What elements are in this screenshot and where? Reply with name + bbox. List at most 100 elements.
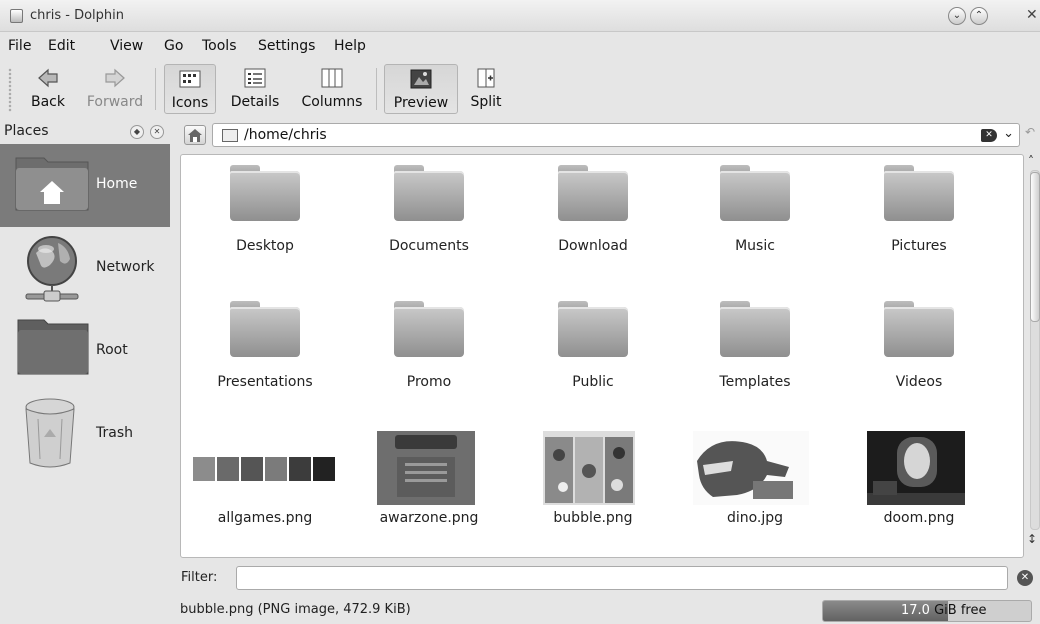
dolphin-app-icon[interactable] [10,9,23,23]
close-icon: ✕ [1026,7,1038,23]
file-item[interactable]: Documents [347,157,511,287]
float-panel-icon[interactable]: ◆ [130,125,144,139]
folder-icon [222,129,238,142]
menu-help[interactable]: Help [334,38,366,54]
file-item[interactable]: Promo [347,293,511,423]
main-toolbar: Back Forward Icons Details Columns Previ… [0,60,1040,118]
menu-settings[interactable]: Settings [258,38,315,54]
title-bar: chris - Dolphin ⌄ ⌃ ✕ [0,0,1040,32]
menu-view[interactable]: View [110,38,143,54]
close-panel-icon[interactable]: ✕ [150,125,164,139]
file-name: Desktop [236,238,294,254]
file-name: awarzone.png [379,510,479,526]
folder-icon [394,165,464,221]
free-space-label: 17.0 GiB free [901,603,986,618]
file-item[interactable]: bubble.png [511,429,675,559]
home-icon [188,129,202,142]
folder-icon [720,301,790,357]
menu-tools[interactable]: Tools [202,38,237,54]
menu-edit[interactable]: Edit [48,38,75,54]
window-title: chris - Dolphin [30,8,124,23]
forward-button[interactable]: Forward [82,64,148,114]
places-item-label: Home [96,176,138,192]
clear-filter-icon[interactable]: ✕ [1017,570,1033,586]
file-item[interactable]: doom.png [837,429,1001,559]
folder-icon [558,165,628,221]
places-item-home[interactable]: Home [0,144,170,227]
icon-grid-icon [179,70,201,88]
details-label: Details [230,94,280,110]
file-name: Music [735,238,775,254]
file-item[interactable]: Presentations [183,293,347,423]
file-item[interactable]: Pictures [837,157,1001,287]
file-view[interactable]: Desktop Documents Download Music Picture… [180,154,1024,558]
file-name: Pictures [891,238,947,254]
arrow-left-icon [38,68,58,88]
chevron-up-icon: ⌃ [974,10,984,21]
file-item[interactable]: Public [511,293,675,423]
places-item-label: Root [96,342,128,358]
filter-input[interactable] [236,566,1008,590]
file-name: Presentations [217,374,313,390]
file-item[interactable]: dino.jpg [673,429,837,559]
file-name: Documents [389,238,469,254]
allgames-thumbnail [191,453,337,483]
places-title: Places [4,123,49,139]
file-item[interactable]: Templates [673,293,837,423]
location-bar[interactable]: /home/chris ✕ ⌄ [212,123,1020,147]
folder-icon [884,165,954,221]
scroll-updown-icon[interactable]: ↕ [1027,532,1037,546]
close-button[interactable]: ✕ [1026,7,1040,25]
file-name: Download [558,238,628,254]
scroll-up-icon[interactable]: ˄ [1028,154,1034,168]
file-item[interactable]: Download [511,157,675,287]
go-home-button[interactable] [184,125,206,145]
icons-view-button[interactable]: Icons [164,64,216,114]
undo-icon[interactable]: ↶ [1025,125,1035,139]
trash-icon [25,398,75,468]
file-item[interactable]: awarzone.png [347,429,511,559]
toolbar-grip[interactable] [8,68,12,112]
maximize-button[interactable]: ⌃ [970,7,988,25]
file-item[interactable]: Videos [837,293,1001,423]
places-item-trash[interactable]: Trash [0,393,170,476]
free-space-bar: 17.0 GiB free [822,600,1032,622]
file-name: doom.png [883,510,955,526]
file-item[interactable]: Desktop [183,157,347,287]
folder-icon [720,165,790,221]
minimize-button[interactable]: ⌄ [948,7,966,25]
split-button[interactable]: Split [464,64,508,114]
clear-location-icon[interactable]: ✕ [981,129,997,142]
location-dropdown-icon[interactable]: ⌄ [1003,126,1014,141]
places-item-root[interactable]: Root [0,310,170,393]
home-folder-icon [15,157,89,211]
vertical-scrollbar[interactable]: ˄ ↕ [1027,154,1040,558]
chevron-down-icon: ⌄ [952,10,962,21]
places-panel-header: Places ◆ ✕ [0,120,172,144]
folder-icon [394,301,464,357]
toolbar-separator [376,68,377,110]
file-name: dino.jpg [726,510,784,526]
split-label: Split [470,94,502,110]
bubble-thumbnail [543,431,635,505]
network-globe-icon [25,236,79,302]
scroll-handle[interactable] [1030,172,1040,322]
file-item[interactable]: allgames.png [183,429,347,559]
menu-go[interactable]: Go [164,38,183,54]
free-space-amount: 17.0 [901,603,930,618]
file-name: Videos [895,374,943,390]
file-name: allgames.png [217,510,313,526]
file-item[interactable]: Music [673,157,837,287]
back-button[interactable]: Back [22,64,74,114]
columns-view-button[interactable]: Columns [296,64,368,114]
menu-file[interactable]: File [8,38,31,54]
preview-label: Preview [393,95,449,111]
details-view-button[interactable]: Details [224,64,286,114]
detail-list-icon [244,68,266,88]
doom-thumbnail [867,431,965,505]
back-label: Back [31,94,65,110]
split-view-icon [477,68,495,88]
places-item-network[interactable]: Network [0,227,170,310]
preview-toggle-button[interactable]: Preview [384,64,458,114]
location-path[interactable]: /home/chris [244,127,327,143]
